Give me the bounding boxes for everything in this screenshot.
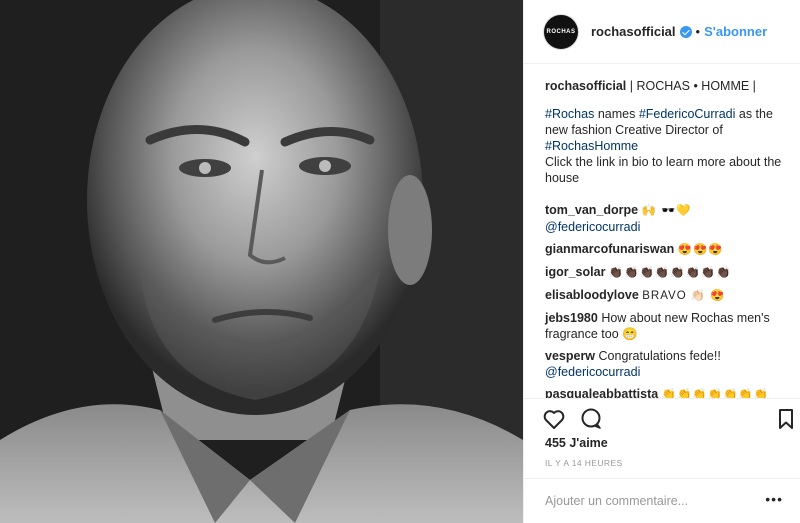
post-photo[interactable] xyxy=(0,0,523,523)
follow-button[interactable]: S'abonner xyxy=(704,24,767,39)
verified-badge-icon xyxy=(679,25,692,38)
likes-count[interactable]: 455 J'aime xyxy=(545,436,608,450)
mention-link[interactable]: @federicocurradi xyxy=(545,220,640,234)
add-comment-input[interactable] xyxy=(545,491,765,511)
header-username[interactable]: rochasofficial xyxy=(591,24,676,39)
comment-username[interactable]: gianmarcofunariswan xyxy=(545,242,674,256)
comment-icon[interactable] xyxy=(579,407,603,431)
comment-item: vesperw Congratulations fede!! @federico… xyxy=(545,348,783,380)
comment-text: 😍😍😍 xyxy=(677,244,724,256)
caption-username[interactable]: rochasofficial xyxy=(545,79,626,93)
caption-text: names xyxy=(594,107,639,121)
header-separator: • xyxy=(695,24,701,39)
avatar-logo-text: ROCHAS xyxy=(546,28,576,35)
comment-item: pasqualeabbattista 👏👏👏👏👏👏👏👏 xyxy=(545,386,783,398)
post-caption: rochasofficial | ROCHAS • HOMME | #Rocha… xyxy=(545,78,783,186)
comment-item: igor_solar 👏🏿👏🏿👏🏿👏🏿👏🏿👏🏿👏🏿👏🏿 xyxy=(545,264,783,281)
portrait-illustration xyxy=(0,0,523,523)
hashtag-link[interactable]: #RochasHomme xyxy=(545,139,638,153)
comment-username[interactable]: tom_van_dorpe xyxy=(545,203,638,217)
bookmark-icon[interactable] xyxy=(774,407,798,431)
post-timestamp: IL Y A 14 HEURES xyxy=(545,458,623,468)
comment-text: 👏🏿👏🏿👏🏿👏🏿👏🏿👏🏿👏🏿👏🏿 xyxy=(608,267,732,279)
comment-item: gianmarcofunariswan 😍😍😍 xyxy=(545,241,783,258)
avatar[interactable]: ROCHAS xyxy=(543,13,579,50)
post-actions xyxy=(524,398,800,438)
more-options-icon[interactable]: ••• xyxy=(765,491,783,507)
comment-text: 🙌 🕶️💛 xyxy=(641,205,692,217)
post-panel: ROCHAS rochasofficial • S'abonner rochas… xyxy=(523,0,800,523)
heart-icon[interactable] xyxy=(542,407,566,431)
comment-item: tom_van_dorpe 🙌 🕶️💛 @federicocurradi xyxy=(545,202,783,235)
comment-text: BRAVO 👏🏻 😍 xyxy=(642,290,726,302)
comment-username[interactable]: vesperw xyxy=(545,349,595,363)
caption-title: | ROCHAS • HOMME | xyxy=(629,79,756,93)
add-comment-bar: ••• xyxy=(524,478,800,523)
post-header: ROCHAS rochasofficial • S'abonner xyxy=(524,0,800,64)
comment-username[interactable]: jebs1980 xyxy=(545,311,598,325)
comment-item: elisabloodylove BRAVO 👏🏻 😍 xyxy=(545,287,783,304)
comment-username[interactable]: igor_solar xyxy=(545,265,605,279)
mention-link[interactable]: @federicocurradi xyxy=(545,365,640,379)
comment-item: jebs1980 How about new Rochas men's frag… xyxy=(545,310,783,342)
comments-list[interactable]: rochasofficial | ROCHAS • HOMME | #Rocha… xyxy=(524,64,800,398)
comment-username[interactable]: pasqualeabbattista xyxy=(545,387,658,398)
comment-username[interactable]: elisabloodylove xyxy=(545,288,639,302)
caption-text: Click the link in bio to learn more abou… xyxy=(545,155,782,185)
hashtag-link[interactable]: #Rochas xyxy=(545,107,594,121)
hashtag-link[interactable]: #FedericoCurradi xyxy=(639,107,736,121)
comment-text: Congratulations fede!! xyxy=(598,349,721,363)
